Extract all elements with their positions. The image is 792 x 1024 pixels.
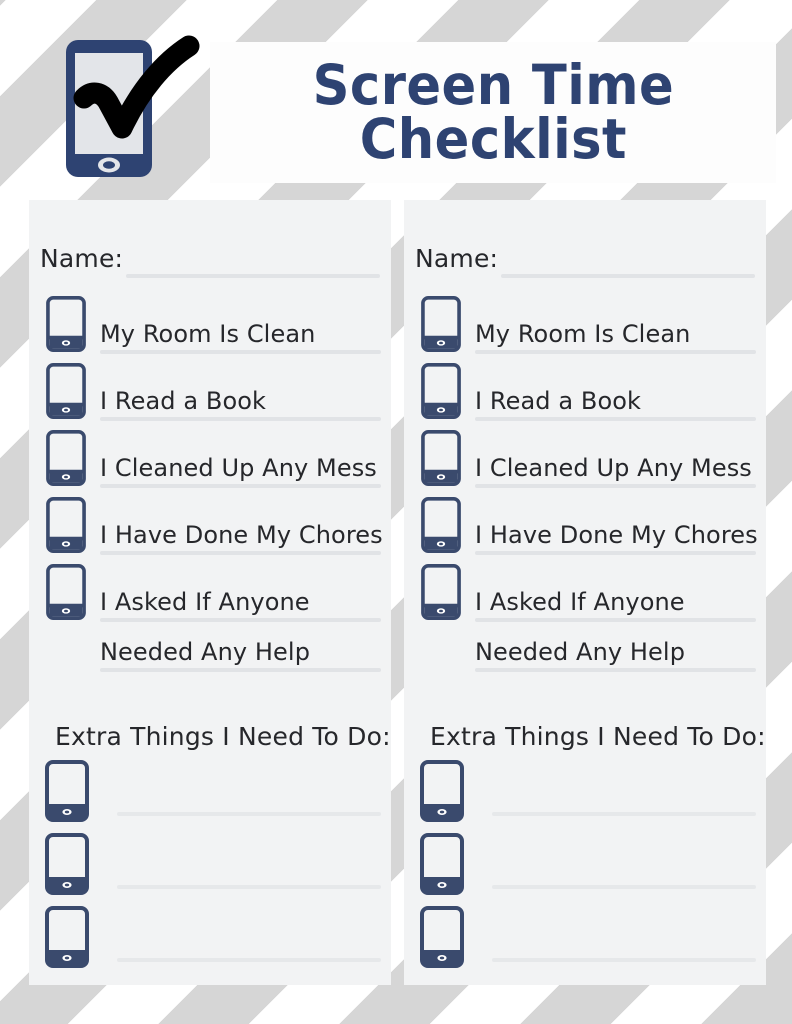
checklist-item-rule xyxy=(100,551,381,555)
extra-things-rule xyxy=(492,885,756,889)
checklist-item-rule xyxy=(475,350,756,354)
checklist-item-label: I Have Done My Chores xyxy=(475,521,758,549)
checklist-item-field: I Have Done My Chores xyxy=(100,515,383,555)
continuation-field: Needed Any Help xyxy=(100,632,381,672)
extra-things-item[interactable] xyxy=(45,906,381,968)
checklist-item-rule xyxy=(475,551,756,555)
checklist-item-field: I Cleaned Up Any Mess xyxy=(475,448,756,488)
extra-things-item[interactable] xyxy=(420,906,756,968)
continuation-rule xyxy=(475,668,756,672)
checklist-card-right: Name: My Room Is Clean I Read a Book I Clea… xyxy=(404,200,766,985)
tablet-checkmark-icon xyxy=(56,34,216,184)
extra-things-item[interactable] xyxy=(420,833,756,895)
extra-things-input[interactable] xyxy=(117,885,381,889)
extra-things-heading: Extra Things I Need To Do: xyxy=(55,722,391,751)
extra-things-item[interactable] xyxy=(45,760,381,822)
continuation-rule xyxy=(100,668,381,672)
checklist-item[interactable]: I Read a Book xyxy=(420,363,756,421)
extra-things-input[interactable] xyxy=(492,812,756,816)
checklist-item-field: I Asked If Anyone xyxy=(475,582,756,622)
name-input[interactable] xyxy=(501,274,755,278)
extra-things-input[interactable] xyxy=(117,812,381,816)
checklist-item[interactable]: I Cleaned Up Any Mess xyxy=(45,430,381,488)
title-banner: Screen Time Checklist xyxy=(210,42,776,183)
checklist-item[interactable]: My Room Is Clean xyxy=(45,296,381,354)
checklist-item[interactable]: I Have Done My Chores xyxy=(45,497,383,555)
checklist-item[interactable]: I Cleaned Up Any Mess xyxy=(420,430,756,488)
checklist-item-rule xyxy=(475,417,756,421)
extra-things-heading: Extra Things I Need To Do: xyxy=(430,722,766,751)
checklist-item-continuation: Needed Any Help xyxy=(45,628,381,672)
checklist-item-rule xyxy=(100,618,381,622)
checklist-item-label: I Read a Book xyxy=(100,387,267,415)
continuation-field: Needed Any Help xyxy=(475,632,756,672)
extra-things-rule xyxy=(492,812,756,816)
checklist-item-field: My Room Is Clean xyxy=(100,314,381,354)
name-label: Name: xyxy=(40,244,124,273)
checklist-item-rule xyxy=(100,350,381,354)
checklist-item[interactable]: I Read a Book xyxy=(45,363,381,421)
card-content: Name: My Room Is Clean I Read a Book I Clea… xyxy=(29,200,391,985)
checklist-item-rule xyxy=(100,417,381,421)
extra-things-item[interactable] xyxy=(420,760,756,822)
extra-things-input[interactable] xyxy=(492,958,756,962)
checklist-item-field: I Have Done My Chores xyxy=(475,515,758,555)
checklist-item-field: I Cleaned Up Any Mess xyxy=(100,448,381,488)
checklist-item-rule xyxy=(100,484,381,488)
checklist-item-field: I Read a Book xyxy=(475,381,756,421)
checklist-card-left: Name: My Room Is Clean I Read a Book I Clea… xyxy=(29,200,391,985)
checklist-item-continuation: Needed Any Help xyxy=(420,628,756,672)
checklist-item[interactable]: I Asked If Anyone xyxy=(45,564,381,622)
checklist-item[interactable]: I Asked If Anyone xyxy=(420,564,756,622)
name-field-row: Name: xyxy=(415,244,755,278)
checklist-item-label: I Asked If Anyone xyxy=(100,588,310,616)
continuation-label: Needed Any Help xyxy=(475,638,686,666)
extra-things-rule xyxy=(117,885,381,889)
checklist-item-label: I Cleaned Up Any Mess xyxy=(100,454,377,482)
extra-things-input[interactable] xyxy=(492,885,756,889)
checklist-item-label: I Have Done My Chores xyxy=(100,521,383,549)
name-label: Name: xyxy=(415,244,499,273)
extra-things-rule xyxy=(117,958,381,962)
checklist-item-field: I Read a Book xyxy=(100,381,381,421)
name-field-row: Name: xyxy=(40,244,380,278)
page-title: Screen Time Checklist xyxy=(312,52,674,171)
checklist-item-label: I Asked If Anyone xyxy=(475,588,685,616)
extra-things-rule xyxy=(492,958,756,962)
checklist-item-label: I Read a Book xyxy=(475,387,642,415)
checklist-item-label: My Room Is Clean xyxy=(100,320,316,348)
printable-page: Screen Time Checklist Name: My Room Is Cl… xyxy=(0,0,792,1024)
checklist-item-rule xyxy=(475,484,756,488)
card-content: Name: My Room Is Clean I Read a Book I Clea… xyxy=(404,200,766,985)
extra-things-item[interactable] xyxy=(45,833,381,895)
checklist-item-field: I Asked If Anyone xyxy=(100,582,381,622)
checklist-item-label: My Room Is Clean xyxy=(475,320,691,348)
checklist-item-label: I Cleaned Up Any Mess xyxy=(475,454,752,482)
extra-things-rule xyxy=(117,812,381,816)
checklist-item[interactable]: I Have Done My Chores xyxy=(420,497,758,555)
extra-things-input[interactable] xyxy=(117,958,381,962)
name-input[interactable] xyxy=(126,274,380,278)
checklist-item[interactable]: My Room Is Clean xyxy=(420,296,756,354)
checklist-item-rule xyxy=(475,618,756,622)
continuation-label: Needed Any Help xyxy=(100,638,311,666)
checklist-item-field: My Room Is Clean xyxy=(475,314,756,354)
